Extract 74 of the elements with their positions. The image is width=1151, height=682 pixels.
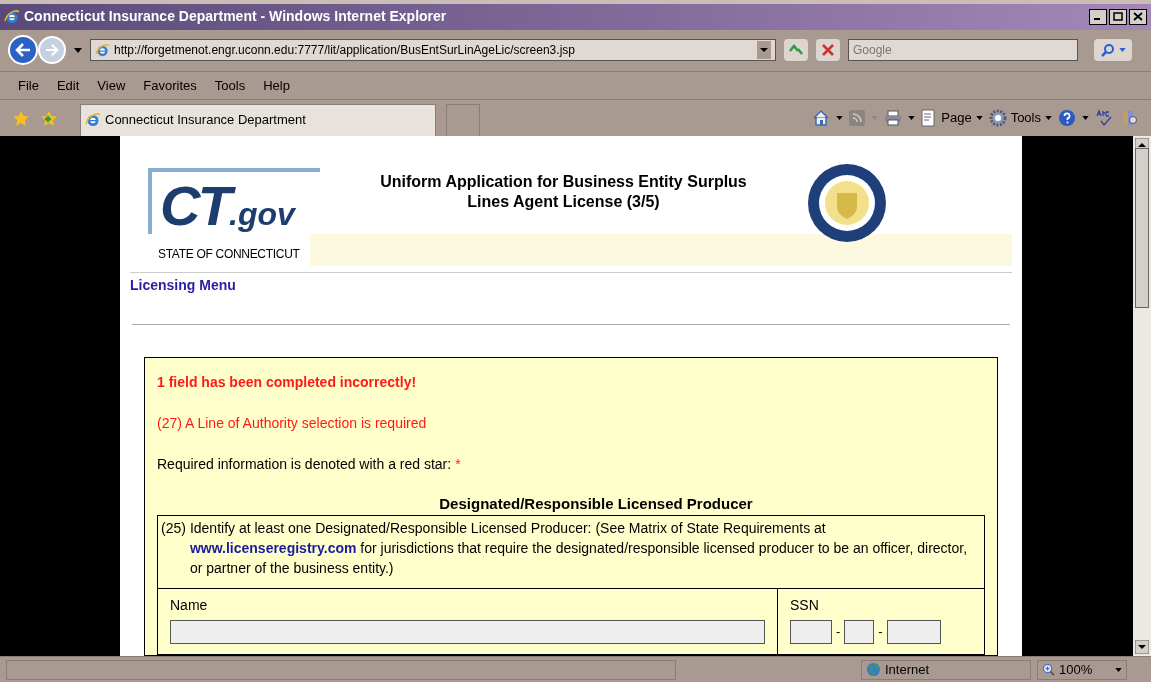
close-icon	[822, 44, 834, 57]
menu-item[interactable]: Tools	[214, 75, 246, 95]
menu-item[interactable]: View	[97, 75, 126, 95]
section-title: Designated/Responsible Licensed Producer	[439, 493, 753, 514]
forward-button[interactable]	[38, 36, 66, 65]
required-note: Required information is denoted with a red star:	[157, 454, 452, 474]
close-icon	[1133, 12, 1143, 22]
gear-icon	[988, 108, 1007, 127]
separator: -	[878, 623, 883, 642]
add-star-icon[interactable]	[40, 109, 58, 128]
back-button[interactable]	[8, 35, 38, 66]
page-icon	[921, 108, 938, 127]
caret-icon	[74, 47, 82, 53]
menu-item[interactable]: File	[18, 75, 39, 95]
seal-icon	[807, 162, 887, 243]
browser-e-icon	[4, 8, 20, 25]
maximize-icon	[1113, 12, 1123, 22]
scroll-down-icon[interactable]	[1135, 640, 1149, 655]
dropdown-icon	[757, 41, 771, 60]
help-icon[interactable]	[1058, 108, 1076, 127]
command-button[interactable]: Tools	[988, 108, 1052, 128]
globe-icon	[866, 662, 881, 677]
required-mark: *	[455, 454, 461, 474]
status-zone: Internet	[861, 659, 1031, 680]
licensing-menu-link[interactable]: Licensing Menu	[130, 274, 236, 296]
minimize-button[interactable]	[1089, 8, 1107, 25]
caret-icon	[1115, 667, 1122, 672]
window-title: Connecticut Insurance Department - Windows Internet Explorer	[24, 7, 447, 27]
back-arrow-icon	[15, 43, 31, 58]
close-button[interactable]	[1129, 8, 1147, 25]
caret-icon	[871, 115, 879, 120]
caret-icon	[908, 115, 916, 120]
command-button[interactable]: Page	[921, 108, 983, 128]
home-icon[interactable]	[812, 108, 831, 127]
url-text: http://forgetmenot.engr.uconn.edu:7777/lit/application/BusEntSurLinAgeLic/screen3.jsp	[114, 42, 576, 60]
printer-icon[interactable]	[884, 109, 903, 126]
menu-item[interactable]: Edit	[56, 75, 80, 95]
ssn-field[interactable]	[844, 620, 875, 645]
caret-icon	[1045, 115, 1052, 120]
scrollbar[interactable]	[1133, 135, 1151, 657]
star-icon[interactable]	[12, 109, 30, 128]
menu-item[interactable]: Favorites	[143, 75, 197, 95]
forward-arrow-icon	[45, 44, 59, 57]
menu-item[interactable]: Help	[263, 75, 290, 95]
caret-icon	[975, 115, 983, 120]
item-number: (25)	[161, 519, 186, 539]
registry-link[interactable]: www.licenseregistry.com	[189, 540, 357, 557]
caret-icon	[1118, 48, 1126, 53]
ssn-field[interactable]	[886, 620, 941, 645]
search-button[interactable]	[1094, 39, 1132, 62]
search-field[interactable]: Google	[848, 39, 1078, 62]
zoom-in-icon	[1042, 663, 1055, 676]
separator: -	[836, 623, 841, 642]
search-icon	[1100, 43, 1115, 58]
error-message: (27) A Line of Authority selection is required	[157, 413, 428, 433]
instruction-text: Identify at least one Designated/Responsible Licensed Producer: (See Matrix of State Requirements at www.licenseregistry.com for jurisdictions that require the designated/responsible licensed producer to be an officer, director, or partner of the business entity.)	[189, 519, 969, 579]
caret-icon	[836, 115, 844, 120]
caret-icon	[1082, 115, 1089, 120]
browser-e-icon	[95, 42, 110, 58]
error-title: 1 field has been completed incorrectly!	[157, 372, 418, 392]
logo: CT.gov	[148, 167, 320, 234]
maximize-button[interactable]	[1109, 8, 1127, 25]
name-label: Name	[170, 596, 209, 616]
logo-tagline: STATE OF CONNECTICUT	[158, 245, 300, 263]
browser-tab[interactable]: Connecticut Insurance Department	[80, 103, 436, 136]
page-heading: Uniform Application for Business Entity Surplus	[380, 171, 747, 192]
ssn-label: SSN	[790, 596, 820, 616]
ssn-field[interactable]	[790, 620, 832, 645]
name-field[interactable]	[170, 620, 765, 645]
address-field[interactable]: http://forgetmenot.engr.uconn.edu:7777/lit/application/BusEntSurLinAgeLic/screen3.jsp	[90, 39, 776, 62]
stop-button[interactable]	[816, 39, 840, 62]
zoom-button[interactable]: 100%	[1037, 659, 1127, 680]
page-heading: Lines Agent License (3/5)	[467, 191, 660, 212]
browser-e-icon	[85, 112, 101, 129]
